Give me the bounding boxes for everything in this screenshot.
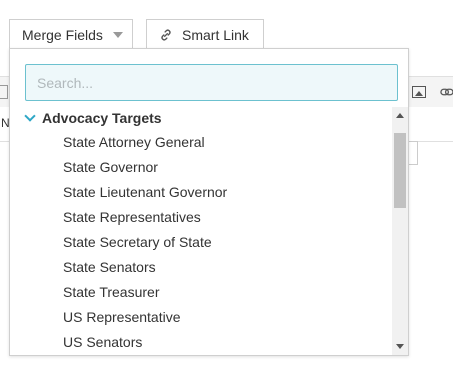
group-advocacy-targets[interactable]: Advocacy Targets xyxy=(24,108,162,128)
image-icon[interactable] xyxy=(412,86,426,98)
list-scrollbar[interactable] xyxy=(392,107,408,355)
list-item[interactable]: State Representatives xyxy=(63,207,201,227)
merge-field-list: Advocacy Targets State Attorney General … xyxy=(10,107,392,355)
scroll-down-arrow-icon[interactable] xyxy=(396,344,404,349)
scroll-up-arrow-icon[interactable] xyxy=(396,113,404,118)
list-item[interactable]: US Representative xyxy=(63,307,181,327)
merge-fields-dropdown: Advocacy Targets State Attorney General … xyxy=(9,48,409,356)
list-item[interactable]: State Treasurer xyxy=(63,282,160,302)
smart-link-button[interactable]: Smart Link xyxy=(146,19,264,49)
caret-down-icon xyxy=(112,31,123,38)
link-icon[interactable] xyxy=(440,85,453,99)
list-item[interactable]: State Attorney General xyxy=(63,132,205,152)
merge-fields-button[interactable]: Merge Fields xyxy=(9,19,133,49)
merge-fields-label: Merge Fields xyxy=(22,26,103,43)
clipboard-icon[interactable] xyxy=(0,85,8,99)
link-icon xyxy=(161,29,171,40)
list-item[interactable]: State Lieutenant Governor xyxy=(63,182,227,202)
list-item[interactable]: US Senators xyxy=(63,332,142,352)
list-item[interactable]: State Governor xyxy=(63,157,158,177)
list-item[interactable]: State Senators xyxy=(63,257,156,277)
list-item[interactable]: State Secretary of State xyxy=(63,232,212,252)
scroll-thumb[interactable] xyxy=(394,133,406,208)
chevron-down-icon[interactable] xyxy=(24,110,36,122)
smart-link-label: Smart Link xyxy=(182,26,249,43)
search-input[interactable] xyxy=(25,64,398,101)
group-label: Advocacy Targets xyxy=(42,110,162,126)
